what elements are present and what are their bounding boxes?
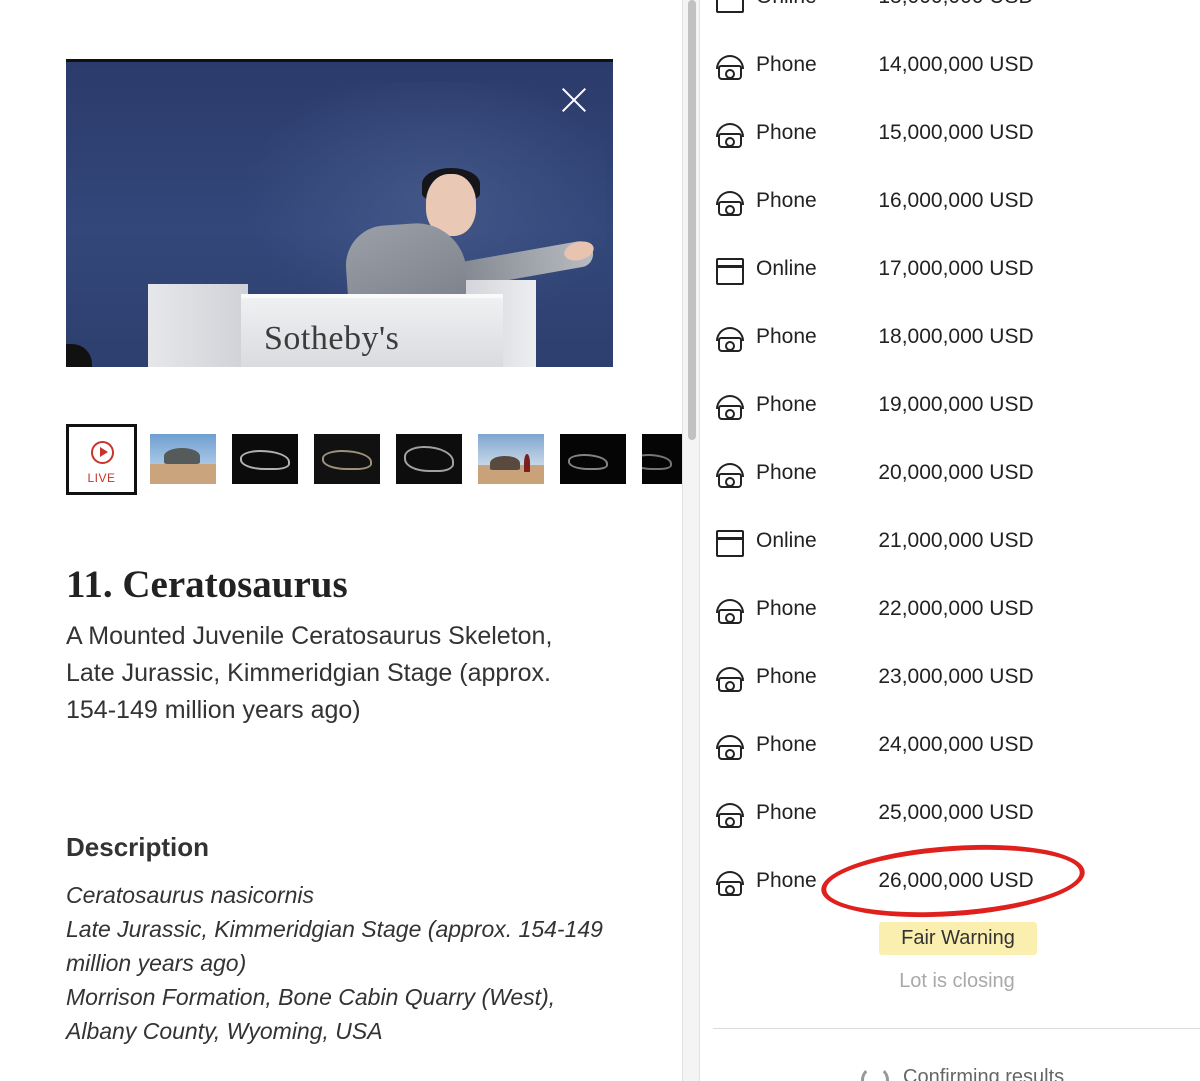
gallery-thumbnail[interactable]	[150, 434, 216, 484]
description-line: Morrison Formation, Bone Cabin Quarry (W…	[66, 984, 556, 1010]
description-line: million years ago)	[66, 950, 247, 976]
bid-channel: Online	[756, 0, 817, 9]
telephone-icon	[715, 801, 745, 829]
gallery-thumbnail[interactable]	[642, 434, 682, 484]
telephone-icon	[715, 461, 745, 489]
bid-channel: Phone	[756, 325, 817, 348]
bid-amount: 23,000,000 USD	[878, 665, 1034, 688]
bid-amount: 14,000,000 USD	[878, 53, 1034, 76]
gallery-thumbnail[interactable]	[478, 434, 544, 484]
bid-amount: 25,000,000 USD	[878, 801, 1034, 824]
fair-warning-badge: Fair Warning	[879, 922, 1037, 955]
lot-detail-panel: Sotheby's LIVE 11. Ceratosaurus A Mounte…	[0, 0, 682, 1081]
bid-amount: 16,000,000 USD	[878, 189, 1034, 212]
bid-row: Online 21,000,000 USD	[701, 522, 1200, 562]
divider	[713, 1028, 1200, 1029]
browser-window-icon	[715, 257, 745, 285]
image-gallery-strip: LIVE	[66, 424, 682, 496]
lot-title: 11. Ceratosaurus	[66, 563, 348, 606]
bid-amount: 13,000,000 USD	[869, 0, 1043, 9]
description-line: Ceratosaurus nasicornis	[66, 882, 315, 908]
bid-history-panel: Online13,000,000 USDPhone14,000,000 USDP…	[701, 0, 1200, 1081]
bid-row: Online 13,000,000 USD	[701, 0, 1200, 18]
description-body: Ceratosaurus nasicornis Late Jurassic, K…	[66, 878, 626, 1048]
telephone-icon	[715, 325, 745, 353]
telephone-icon	[715, 665, 745, 693]
description-line: Late Jurassic, Kimmeridgian Stage (appro…	[66, 916, 603, 942]
bid-channel: Phone	[756, 393, 817, 416]
bid-row: Phone 20,000,000 USD	[701, 454, 1200, 494]
bid-channel: Phone	[756, 189, 817, 212]
bid-channel: Phone	[756, 801, 817, 824]
gallery-thumbnail[interactable]	[314, 434, 380, 484]
bid-row: Phone 14,000,000 USD	[701, 46, 1200, 86]
telephone-icon	[715, 597, 745, 625]
gallery-thumbnail[interactable]	[560, 434, 626, 484]
bid-row: Phone 18,000,000 USD	[701, 318, 1200, 358]
close-video-icon[interactable]	[560, 86, 588, 114]
browser-window-icon	[715, 0, 745, 13]
scrollbar-thumb[interactable]	[688, 0, 696, 440]
bid-channel: Online	[756, 529, 817, 552]
live-stream-button[interactable]: LIVE	[66, 424, 137, 495]
bid-row: Online 17,000,000 USD	[701, 250, 1200, 290]
bid-amount: 22,000,000 USD	[878, 597, 1034, 620]
bid-channel: Phone	[756, 733, 817, 756]
bid-row: Phone 23,000,000 USD	[701, 658, 1200, 698]
bid-channel: Phone	[756, 597, 817, 620]
telephone-icon	[715, 733, 745, 761]
description-heading: Description	[66, 832, 210, 862]
lot-closing-status: Lot is closing	[899, 970, 1015, 992]
telephone-icon	[715, 189, 745, 217]
telephone-icon	[715, 869, 745, 897]
bid-channel: Phone	[756, 665, 817, 688]
bid-amount: 19,000,000 USD	[878, 393, 1034, 416]
bid-row: Phone 16,000,000 USD	[701, 182, 1200, 222]
podium-side-left	[148, 284, 248, 367]
loading-spinner-icon	[861, 1066, 889, 1081]
bid-amount: 17,000,000 USD	[878, 257, 1034, 280]
bid-row: Phone 26,000,000 USD	[701, 862, 1200, 902]
bid-amount: 15,000,000 USD	[878, 121, 1034, 144]
bid-amount: 20,000,000 USD	[878, 461, 1034, 484]
bid-channel: Phone	[756, 53, 817, 76]
live-label: LIVE	[87, 471, 116, 485]
live-video-player[interactable]: Sotheby's	[66, 59, 613, 367]
description-line: Albany County, Wyoming, USA	[66, 1018, 383, 1044]
bid-row: Phone 15,000,000 USD	[701, 114, 1200, 154]
bid-amount: 18,000,000 USD	[878, 325, 1034, 348]
bid-channel: Phone	[756, 461, 817, 484]
bid-channel: Online	[756, 257, 817, 280]
telephone-icon	[715, 53, 745, 81]
bid-amount: 24,000,000 USD	[878, 733, 1034, 756]
confirming-results-label: Confirming results	[903, 1066, 1065, 1081]
podium-brand-logo: Sotheby's	[264, 320, 400, 357]
bid-channel: Phone	[756, 121, 817, 144]
play-circle-icon	[91, 441, 114, 464]
bid-row: Phone 22,000,000 USD	[701, 590, 1200, 630]
gallery-thumbnail[interactable]	[396, 434, 462, 484]
bid-amount: 21,000,000 USD	[878, 529, 1034, 552]
gallery-thumbnail[interactable]	[232, 434, 298, 484]
browser-window-icon	[715, 529, 745, 557]
bid-channel: Phone	[756, 869, 817, 892]
bid-row: Phone 25,000,000 USD	[701, 794, 1200, 834]
lot-subtitle: A Mounted Juvenile Ceratosaurus Skeleton…	[66, 622, 553, 724]
bid-row: Phone 24,000,000 USD	[701, 726, 1200, 766]
telephone-icon	[715, 393, 745, 421]
bid-row: Phone 19,000,000 USD	[701, 386, 1200, 426]
page-scrollbar[interactable]	[682, 0, 700, 1081]
bid-amount: 26,000,000 USD	[878, 869, 1034, 892]
telephone-icon	[715, 121, 745, 149]
